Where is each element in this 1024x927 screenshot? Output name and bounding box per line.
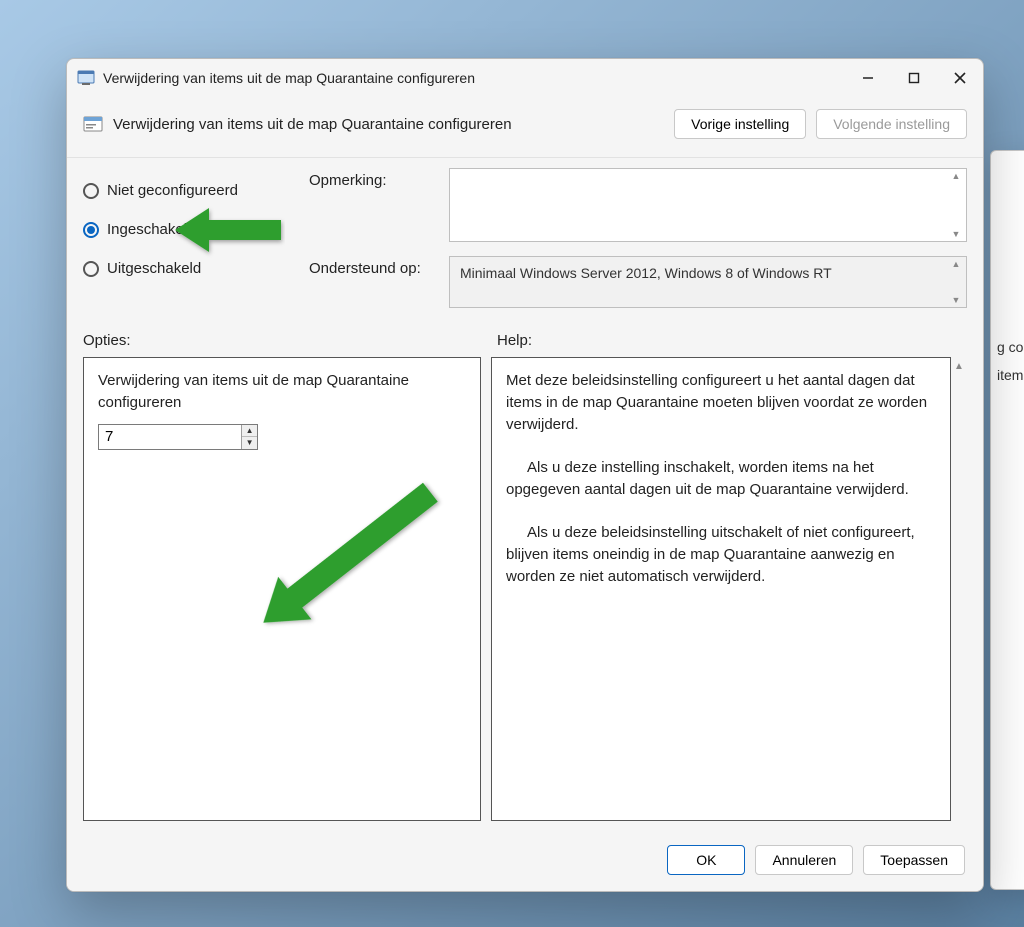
scrollbar-stub: ▲▼ <box>948 171 964 239</box>
policy-setting-icon <box>83 114 103 134</box>
supported-on-textbox: Minimaal Windows Server 2012, Windows 8 … <box>449 256 967 308</box>
radio-label: Uitgeschakeld <box>107 260 201 277</box>
radio-disabled[interactable]: Uitgeschakeld <box>83 260 293 277</box>
close-button[interactable] <box>937 59 983 97</box>
panels: Verwijdering van items uit de map Quaran… <box>67 357 983 831</box>
policy-title: Verwijdering van items uit de map Quaran… <box>113 116 512 133</box>
radio-label: Niet geconfigureerd <box>107 182 238 199</box>
help-heading: Help: <box>497 332 967 349</box>
ok-button[interactable]: OK <box>667 845 745 875</box>
cancel-button[interactable]: Annuleren <box>755 845 853 875</box>
comment-label: Opmerking: <box>309 168 439 189</box>
background-text: g conf <box>997 339 1024 355</box>
radio-icon <box>83 222 99 238</box>
days-input[interactable] <box>99 425 241 449</box>
options-setting-name: Verwijdering van items uit de map Quaran… <box>98 370 466 414</box>
gpedit-policy-dialog: Verwijdering van items uit de map Quaran… <box>66 58 984 892</box>
background-text: items u <box>997 367 1024 383</box>
background-window: g conf items u <box>990 150 1024 890</box>
radio-icon <box>83 261 99 277</box>
radio-label: Ingeschakeld <box>107 221 195 238</box>
supported-on-value: Minimaal Windows Server 2012, Windows 8 … <box>460 265 832 281</box>
minimize-button[interactable] <box>845 59 891 97</box>
comment-textbox[interactable]: ▲▼ <box>449 168 967 242</box>
radio-not-configured[interactable]: Niet geconfigureerd <box>83 182 293 199</box>
help-scrollbar[interactable]: ▲ <box>951 357 967 821</box>
spinner-up-icon[interactable]: ▲ <box>242 425 257 438</box>
days-spinner[interactable]: ▲ ▼ <box>98 424 258 450</box>
apply-button[interactable]: Toepassen <box>863 845 965 875</box>
scroll-up-icon: ▲ <box>951 357 967 372</box>
supported-on-label: Ondersteund op: <box>309 256 439 277</box>
help-paragraph: Met deze beleidsinstelling configureert … <box>506 370 936 435</box>
spinner-buttons[interactable]: ▲ ▼ <box>241 425 257 449</box>
scrollbar-stub: ▲▼ <box>948 259 964 305</box>
previous-setting-button[interactable]: Vorige instelling <box>674 109 806 139</box>
titlebar: Verwijdering van items uit de map Quaran… <box>67 59 983 97</box>
options-heading: Opties: <box>83 332 481 349</box>
radio-enabled[interactable]: Ingeschakeld <box>83 221 293 238</box>
next-setting-button[interactable]: Volgende instelling <box>816 109 967 139</box>
policy-header: Verwijdering van items uit de map Quaran… <box>67 97 983 158</box>
state-radio-group: Niet geconfigureerd Ingeschakeld Uitgesc… <box>83 168 293 308</box>
radio-icon <box>83 183 99 199</box>
spinner-down-icon[interactable]: ▼ <box>242 437 257 449</box>
help-paragraph: Als u deze instelling inschakelt, worden… <box>506 457 936 501</box>
dialog-footer: OK Annuleren Toepassen <box>67 831 983 891</box>
policy-icon <box>77 69 95 87</box>
upper-section: Niet geconfigureerd Ingeschakeld Uitgesc… <box>67 158 983 326</box>
help-paragraph: Als u deze beleidsinstelling uitschakelt… <box>506 522 936 587</box>
section-headings: Opties: Help: <box>67 326 983 357</box>
help-panel: Met deze beleidsinstelling configureert … <box>491 357 951 821</box>
options-panel: Verwijdering van items uit de map Quaran… <box>83 357 481 821</box>
maximize-button[interactable] <box>891 59 937 97</box>
window-title: Verwijdering van items uit de map Quaran… <box>103 70 475 86</box>
